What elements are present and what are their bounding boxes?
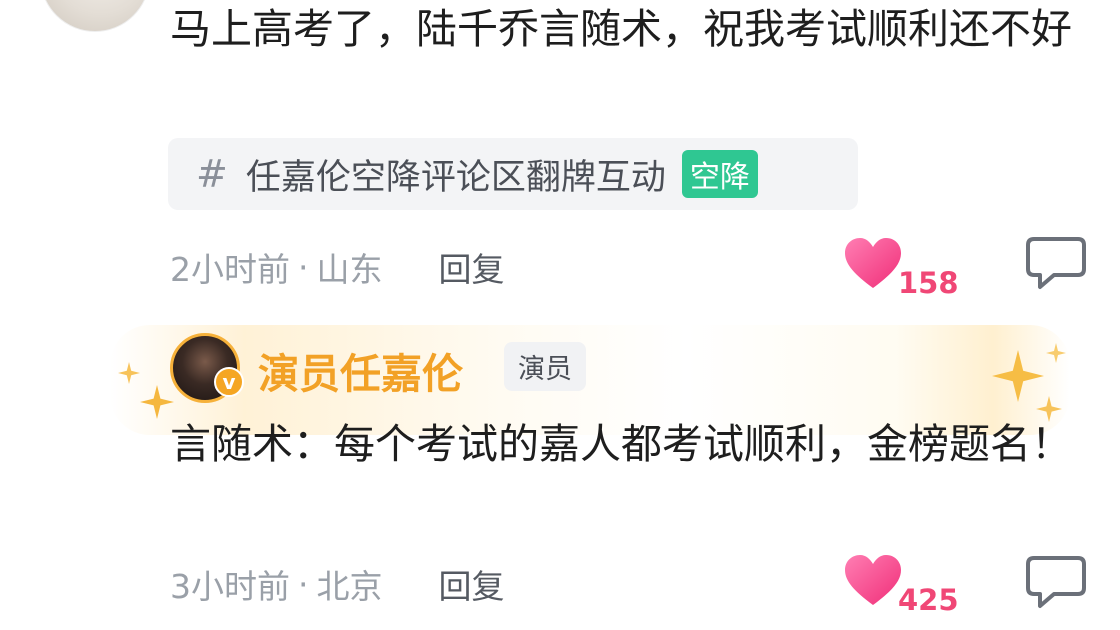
sparkle-icon: [1046, 343, 1066, 363]
sparkle-icon: [140, 385, 174, 419]
hash-icon: #: [196, 152, 228, 196]
comment-time: 3小时前: [170, 567, 290, 606]
like-count: 425: [898, 583, 959, 617]
topic-label: 任嘉伦空降评论区翻牌互动: [245, 157, 666, 198]
comment-bubble-icon[interactable]: [1024, 552, 1088, 610]
commenter-avatar[interactable]: [40, 0, 150, 32]
sparkle-icon: [118, 362, 140, 384]
meta-separator: ·: [298, 247, 309, 287]
meta-separator: ·: [298, 564, 309, 604]
comment-meta: 2小时前 · 山东 回复: [170, 243, 505, 291]
comment-text: 言随术：每个考试的嘉人都考试顺利，金榜题名！: [170, 420, 1072, 468]
comment-location: 山东: [316, 250, 383, 289]
like-button[interactable]: 158: [842, 236, 959, 300]
comment-text: 马上高考了，陆千乔言随术，祝我考试顺利还不好: [170, 5, 1072, 53]
comment-meta: 3小时前 · 北京 回复: [170, 560, 505, 608]
verified-v-icon: v: [214, 367, 244, 397]
reply-button[interactable]: 回复: [439, 243, 505, 291]
topic-tag: 空降: [681, 150, 758, 198]
comment-location: 北京: [316, 567, 383, 606]
heart-icon: [845, 555, 901, 605]
comment-bubble-icon[interactable]: [1024, 233, 1088, 291]
like-count: 158: [898, 266, 959, 300]
comment-time: 2小时前: [170, 250, 290, 289]
reply-button[interactable]: 回复: [439, 560, 505, 608]
role-tag: 演员: [504, 342, 586, 391]
author-name[interactable]: 演员任嘉伦: [258, 340, 463, 400]
topic-link[interactable]: # 任嘉伦空降评论区翻牌互动 空降: [168, 138, 858, 210]
like-button[interactable]: 425: [842, 553, 959, 617]
heart-icon: [845, 238, 901, 288]
sparkle-icon: [992, 350, 1044, 402]
